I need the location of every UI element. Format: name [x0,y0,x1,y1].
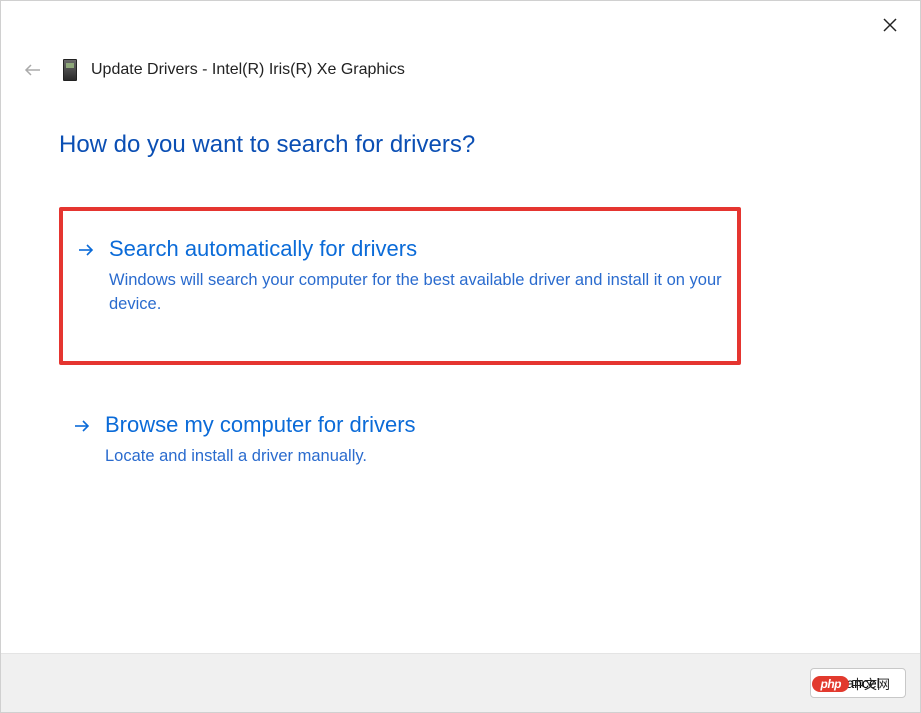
option-description: Locate and install a driver manually. [105,444,725,469]
arrow-right-icon [77,241,95,264]
option-text: Search automatically for drivers Windows… [109,235,729,317]
dialog-content: How do you want to search for drivers? S… [1,91,920,653]
option-browse-computer[interactable]: Browse my computer for drivers Locate an… [59,399,862,482]
update-drivers-dialog: Update Drivers - Intel(R) Iris(R) Xe Gra… [0,0,921,713]
arrow-right-icon [73,417,91,440]
cancel-button[interactable]: Cancel [810,668,906,698]
close-button[interactable] [878,13,902,37]
close-icon [882,17,898,33]
back-button [21,60,43,80]
dialog-footer: Cancel php 中文网 [1,653,920,712]
option-text: Browse my computer for drivers Locate an… [105,411,854,468]
option-title: Browse my computer for drivers [105,411,854,440]
option-search-automatically[interactable]: Search automatically for drivers Windows… [59,207,741,365]
dialog-title: Update Drivers - Intel(R) Iris(R) Xe Gra… [91,61,405,79]
option-title: Search automatically for drivers [109,235,729,264]
back-arrow-icon [23,60,43,80]
option-description: Windows will search your computer for th… [109,268,729,318]
content-heading: How do you want to search for drivers? [59,131,862,159]
dialog-header: Update Drivers - Intel(R) Iris(R) Xe Gra… [1,1,920,91]
device-icon [63,59,77,81]
